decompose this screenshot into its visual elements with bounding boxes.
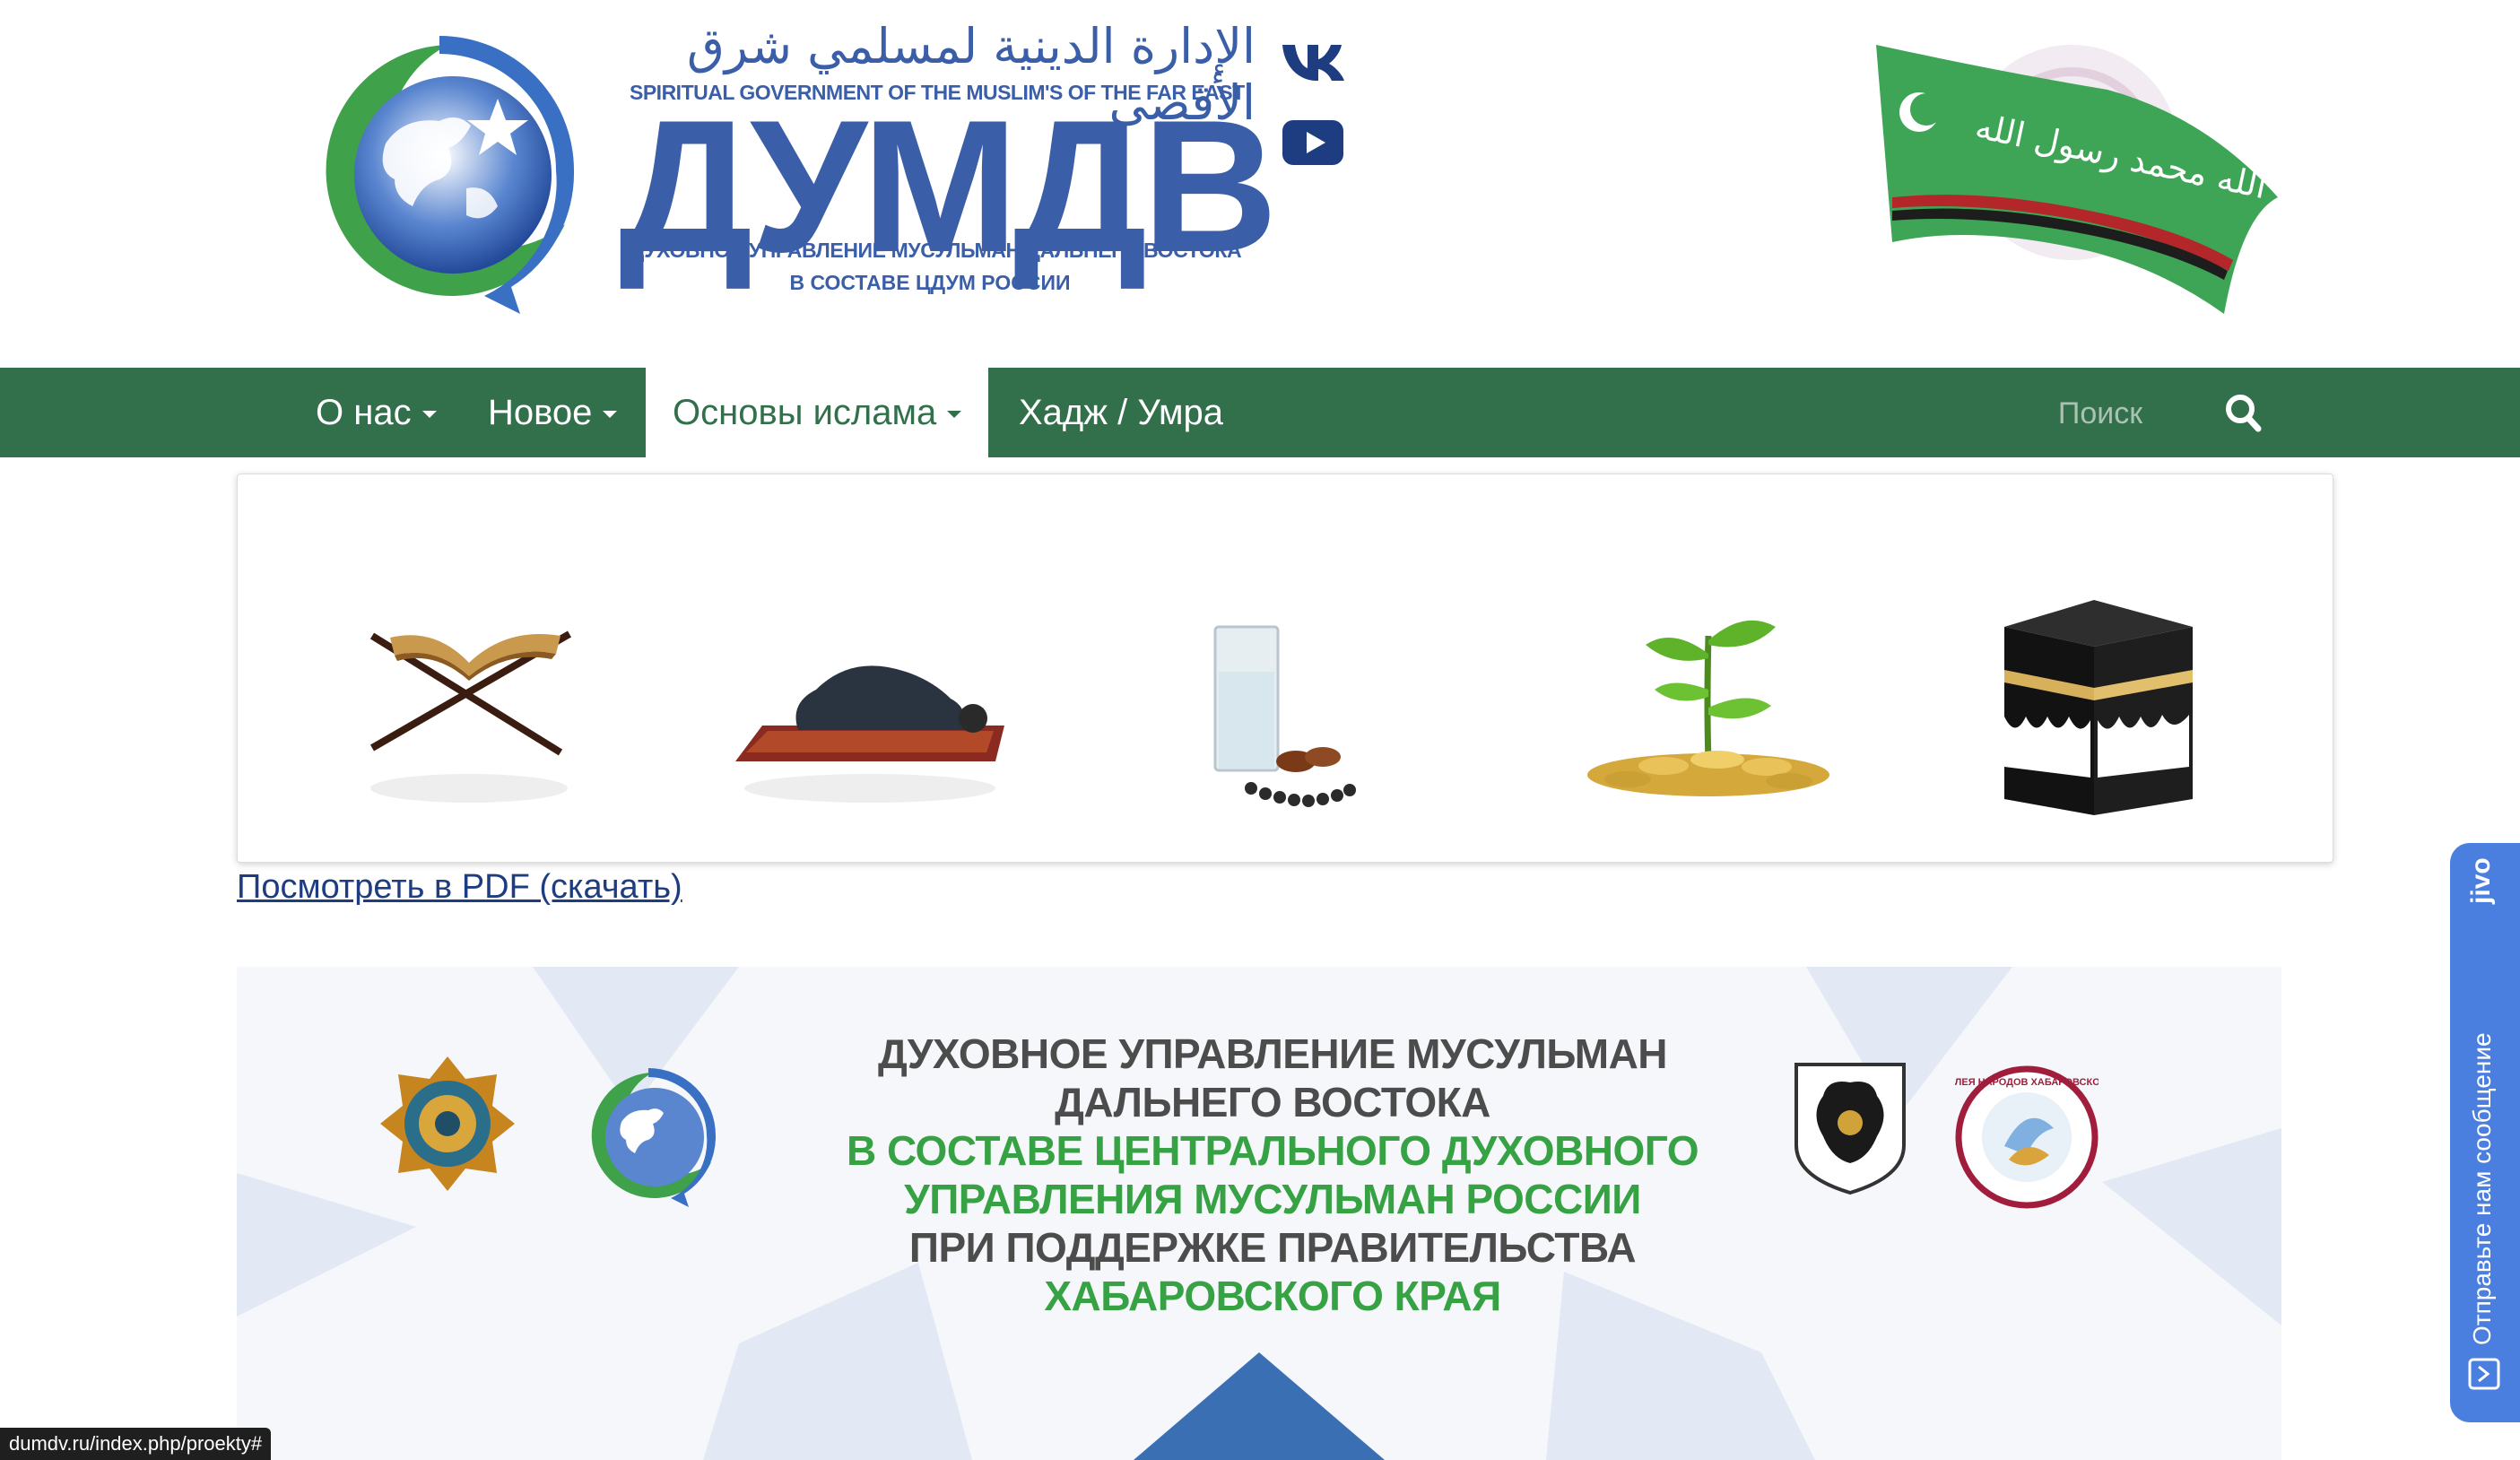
pdf-download-link[interactable]: Посмотреть в PDF (скачать): [237, 868, 682, 907]
banner-line: ХАБАРОВСКОГО КРАЯ: [1044, 1273, 1501, 1319]
nav-hajj-umrah-label: Хадж / Умра: [1019, 393, 1223, 432]
ornament-emblem: [380, 1056, 515, 1191]
vk-icon[interactable]: [1281, 36, 1345, 84]
site-header: الإدارة الدينية لمسلمي شرق الأقصى SPIRIT…: [0, 0, 2520, 368]
quran-icon[interactable]: [354, 618, 587, 815]
chevron-down-icon: [947, 411, 962, 419]
globe-crescent-emblem: [326, 36, 575, 314]
jivo-chat-widget[interactable]: jivo Отправьте нам сообщение: [2450, 843, 2520, 1422]
nav-islam-basics[interactable]: Основы ислама: [646, 368, 989, 457]
social-links: [1281, 36, 1349, 201]
jivo-send-message-label: Отправьте нам сообщение: [2468, 1032, 2496, 1345]
jivo-brand-label: jivo: [2466, 857, 2496, 904]
nav-about-label: О нас: [316, 393, 412, 432]
organization-full-name: ДУХОВНОЕ УПРАВЛЕНИЕ МУСУЛЬМАН ДАЛЬНЕГО В…: [630, 239, 1242, 262]
search-icon[interactable]: [2215, 387, 2272, 438]
nav-hajj-umrah[interactable]: Хадж / Умра: [992, 368, 1250, 457]
site-logo[interactable]: الإدارة الدينية لمسلمي شرق الأقصى SPIRIT…: [305, 18, 1278, 323]
banner-line: УПРАВЛЕНИЯ МУСУЛЬМАН РОССИИ: [904, 1176, 1641, 1222]
dumdv-emblem: [591, 1068, 717, 1207]
youtube-icon[interactable]: [1281, 118, 1345, 167]
fasting-icon[interactable]: [1197, 618, 1377, 824]
nav-news[interactable]: Новое: [461, 368, 644, 457]
banner-line: ПРИ ПОДДЕРЖКЕ ПРАВИТЕЛЬСТВА: [908, 1224, 1637, 1271]
nav-news-label: Новое: [488, 393, 593, 432]
banner-line: В СОСТАВЕ ЦЕНТРАЛЬНОГО ДУХОВНОГО: [846, 1127, 1699, 1174]
message-icon: [2468, 1358, 2500, 1390]
chevron-down-icon: [603, 411, 618, 419]
zakat-icon[interactable]: [1574, 600, 1843, 815]
promo-banner: ДУХОВНОЕ УПРАВЛЕНИЕ МУСУЛЬМАН ДАЛЬНЕГО В…: [237, 967, 2281, 1460]
nav-islam-basics-label: Основы ислама: [673, 393, 937, 432]
nav-about[interactable]: О нас: [289, 368, 464, 457]
search-input[interactable]: [2000, 384, 2201, 443]
main-navbar: О нас Новое Основы ислама Хадж / Умра: [0, 368, 2520, 457]
chevron-down-icon: [421, 411, 437, 419]
assembly-badge-text: АССАМБЛЕЯ НАРОДОВ ХАБАРОВСКОГО КРАЯ: [1955, 1077, 2099, 1088]
banner-headline: ДУХОВНОЕ УПРАВЛЕНИЕ МУСУЛЬМАН ДАЛЬНЕГО В…: [757, 1030, 1788, 1320]
membership-note: В СОСТАВЕ ЦДУМ РОССИИ: [789, 271, 1071, 294]
khabarovsk-coat-of-arms: [1794, 1063, 1906, 1195]
peoples-assembly-emblem: АССАМБЛЕЯ НАРОДОВ ХАБАРОВСКОГО КРАЯ: [1955, 1065, 2099, 1209]
banner-line: ДУХОВНОЕ УПРАВЛЕНИЕ МУСУЛЬМАН: [877, 1030, 1668, 1077]
flag-image: لا إله إلا الله محمد رسول الله: [1876, 45, 2287, 314]
link-status-bar: dumdv.ru/index.php/proekty#: [0, 1428, 272, 1460]
kaaba-icon[interactable]: [1986, 591, 2202, 824]
prayer-icon[interactable]: [726, 618, 1013, 815]
five-pillars-panel: [237, 474, 2333, 863]
banner-line: ДАЛЬНЕГО ВОСТОКА: [1055, 1079, 1490, 1125]
